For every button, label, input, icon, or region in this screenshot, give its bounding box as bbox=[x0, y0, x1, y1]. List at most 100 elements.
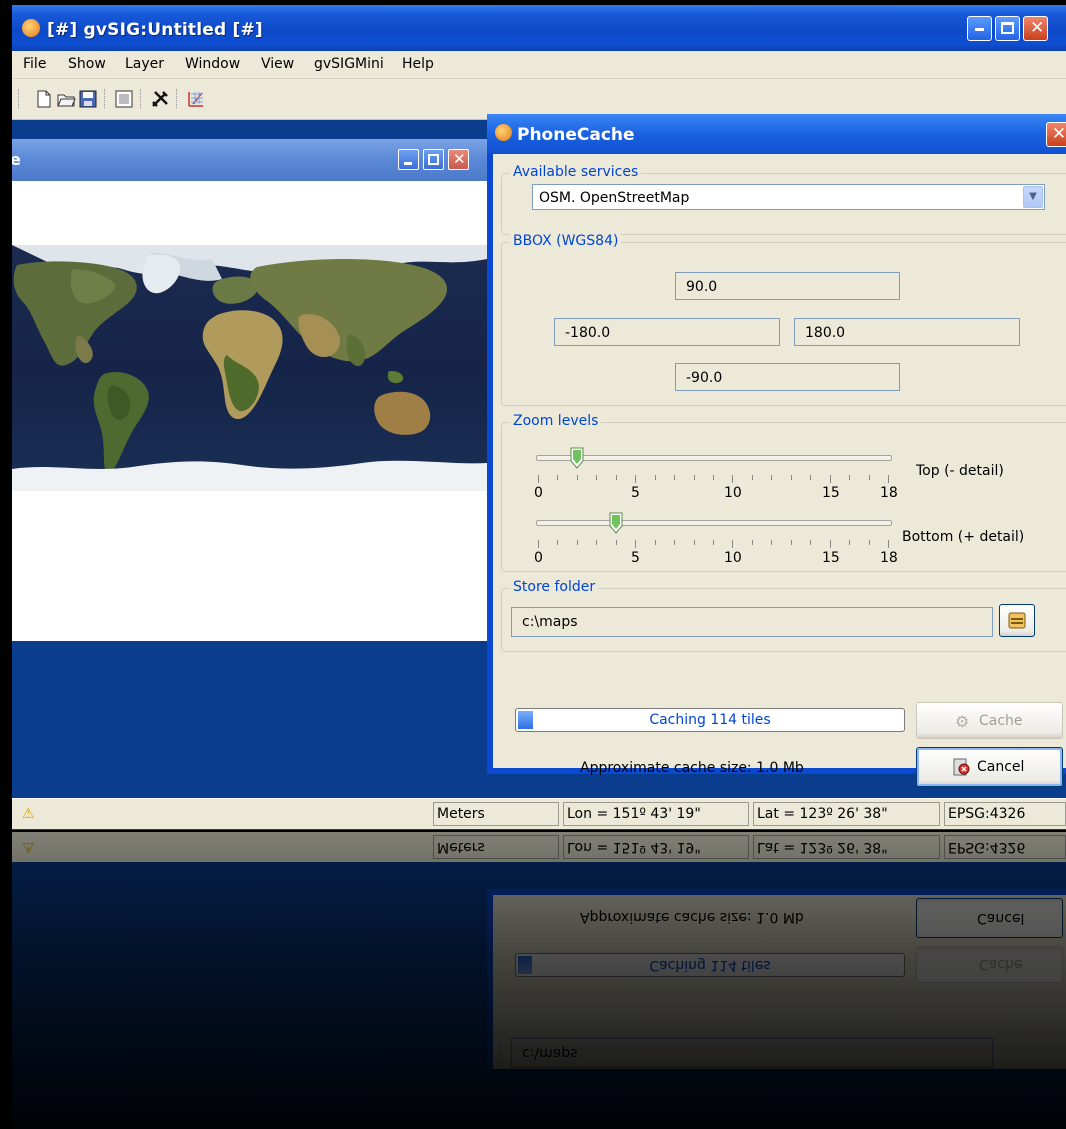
services-legend: Available services bbox=[510, 164, 642, 180]
top-zoom-slider-tick bbox=[830, 475, 831, 483]
new-icon[interactable] bbox=[34, 89, 54, 109]
top-zoom-slider-tick bbox=[732, 475, 733, 483]
top-zoom-slider-tick bbox=[655, 475, 656, 480]
dialog-close-button[interactable]: ✕ bbox=[1046, 122, 1066, 147]
top-zoom-slider-tick bbox=[752, 475, 753, 480]
bbox-west-field[interactable]: -180.0 bbox=[554, 318, 780, 346]
menu-help[interactable]: Help bbox=[402, 56, 434, 72]
services-group: Available services OSM. OpenStreetMap ▼ bbox=[501, 164, 1066, 235]
store-folder-field[interactable]: c:\maps bbox=[511, 607, 993, 637]
warning-icon[interactable]: ⚠ bbox=[22, 806, 35, 822]
chevron-down-icon[interactable]: ▼ bbox=[1023, 186, 1043, 208]
top-zoom-slider-tick bbox=[713, 475, 714, 480]
bottom-zoom-slider-tick bbox=[732, 540, 733, 548]
bottom-zoom-slider-track[interactable] bbox=[536, 520, 892, 526]
bottom-zoom-slider-tick bbox=[713, 540, 714, 545]
units-cell: Meters bbox=[433, 802, 559, 826]
toolbar-separator bbox=[104, 89, 107, 109]
map-close-button[interactable]: ✕ bbox=[448, 149, 469, 170]
gvsig-logo-icon bbox=[22, 19, 40, 37]
zoom-group: Zoom levels 0 5 10 15 18 0 5 10 15 18 Top (- deta… bbox=[501, 413, 1066, 572]
folder-icon bbox=[1008, 612, 1026, 629]
top-zoom-slider-tick bbox=[869, 475, 870, 480]
progress-text: Caching 114 tiles bbox=[649, 712, 771, 728]
save-icon[interactable] bbox=[78, 89, 98, 109]
top-zoom-slider-track[interactable] bbox=[536, 455, 892, 461]
toolbar-separator bbox=[176, 89, 179, 109]
dialog-title-bar[interactable]: PhoneCache ✕ bbox=[487, 114, 1066, 154]
top-zoom-slider-tick-label: 15 bbox=[822, 485, 840, 501]
bbox-east-field[interactable]: 180.0 bbox=[794, 318, 1020, 346]
top-zoom-slider-tick bbox=[616, 475, 617, 480]
bottom-zoom-slider-tick-label: 15 bbox=[822, 550, 840, 566]
bbox-north-field[interactable]: 90.0 bbox=[675, 272, 900, 300]
phonecache-dialog: PhoneCache ✕ Available services OSM. Ope… bbox=[487, 114, 1066, 787]
bottom-zoom-slider-tick bbox=[752, 540, 753, 545]
cache-button[interactable]: ⚙ Cache bbox=[916, 702, 1063, 739]
map-maximize-button[interactable] bbox=[423, 149, 444, 170]
top-zoom-slider-tick bbox=[538, 475, 539, 483]
top-zoom-slider-tick bbox=[771, 475, 772, 480]
bbox-south-field[interactable]: -90.0 bbox=[675, 363, 900, 391]
print-icon[interactable] bbox=[114, 89, 134, 109]
service-select[interactable]: OSM. OpenStreetMap ▼ bbox=[532, 184, 1045, 210]
world-map[interactable] bbox=[12, 245, 487, 491]
cancel-button-label: Cancel bbox=[977, 759, 1025, 775]
menu-show[interactable]: Show bbox=[68, 56, 106, 72]
window-reflection: ⚠ Meters Lon = 151º 43' 19" Lat = 123º 2… bbox=[12, 832, 1066, 1129]
phonecache-logo-icon bbox=[495, 124, 512, 141]
bottom-zoom-slider-tick-label: 5 bbox=[631, 550, 640, 566]
bottom-zoom-slider-tick bbox=[538, 540, 539, 548]
top-zoom-slider-tick bbox=[810, 475, 811, 480]
top-zoom-slider-tick bbox=[674, 475, 675, 480]
bottom-zoom-slider-tick bbox=[557, 540, 558, 545]
top-zoom-slider-thumb[interactable] bbox=[570, 447, 584, 469]
reflection-fade bbox=[12, 832, 1066, 1129]
toolbar-grip bbox=[18, 89, 21, 109]
close-button[interactable]: ✕ bbox=[1023, 16, 1048, 41]
maximize-button[interactable] bbox=[995, 16, 1020, 41]
menu-view[interactable]: View bbox=[261, 56, 294, 72]
latitude-cell: Lat = 123º 26' 38" bbox=[753, 802, 940, 826]
top-zoom-slider-tick bbox=[577, 475, 578, 480]
top-zoom-slider-tick-label: 18 bbox=[880, 485, 898, 501]
bottom-zoom-slider-tick bbox=[674, 540, 675, 545]
top-zoom-slider-tick-label: 10 bbox=[724, 485, 742, 501]
menu-layer[interactable]: Layer bbox=[125, 56, 164, 72]
menu-gvsigmini[interactable]: gvSIGMini bbox=[314, 56, 384, 72]
cache-button-label: Cache bbox=[979, 713, 1023, 729]
bottom-zoom-label: Bottom (+ detail) bbox=[902, 529, 1025, 545]
top-zoom-slider-tick bbox=[849, 475, 850, 480]
stop-icon bbox=[953, 758, 970, 776]
tools-icon[interactable] bbox=[150, 89, 170, 109]
menu-window[interactable]: Window bbox=[185, 56, 240, 72]
gear-icon: ⚙ bbox=[955, 712, 970, 731]
browse-folder-button[interactable] bbox=[999, 604, 1035, 637]
map-frame-title-bar[interactable]: e ✕ bbox=[12, 139, 487, 181]
minimize-button[interactable] bbox=[967, 16, 992, 41]
top-zoom-slider-tick-label: 5 bbox=[631, 485, 640, 501]
longitude-cell: Lon = 151º 43' 19" bbox=[563, 802, 749, 826]
window-title: [#] gvSIG:Untitled [#] bbox=[47, 20, 263, 40]
bottom-zoom-slider-tick bbox=[694, 540, 695, 545]
bottom-zoom-slider-tick bbox=[655, 540, 656, 545]
menu-bar: File Show Layer Window View gvSIGMini He… bbox=[12, 51, 1066, 79]
top-zoom-slider-tick bbox=[888, 475, 889, 483]
zoom-legend: Zoom levels bbox=[510, 413, 602, 429]
top-zoom-slider-tick bbox=[791, 475, 792, 480]
grid-icon[interactable] bbox=[186, 89, 206, 109]
cancel-button[interactable]: Cancel bbox=[916, 747, 1063, 787]
map-minimize-button[interactable] bbox=[398, 149, 419, 170]
top-zoom-label: Top (- detail) bbox=[916, 463, 1004, 479]
top-zoom-slider-tick bbox=[557, 475, 558, 480]
bbox-legend: BBOX (WGS84) bbox=[510, 233, 622, 249]
status-bar: ⚠ Meters Lon = 151º 43' 19" Lat = 123º 2… bbox=[12, 798, 1066, 829]
main-title-bar[interactable]: [#] gvSIG:Untitled [#] ✕ bbox=[12, 5, 1066, 51]
menu-file[interactable]: File bbox=[23, 56, 46, 72]
bottom-zoom-slider-tick-label: 10 bbox=[724, 550, 742, 566]
bottom-zoom-slider-tick-label: 0 bbox=[534, 550, 543, 566]
top-zoom-slider-tick-label: 0 bbox=[534, 485, 543, 501]
toolbar-separator bbox=[140, 89, 143, 109]
bottom-zoom-slider-thumb[interactable] bbox=[609, 512, 623, 534]
open-icon[interactable] bbox=[56, 89, 76, 109]
